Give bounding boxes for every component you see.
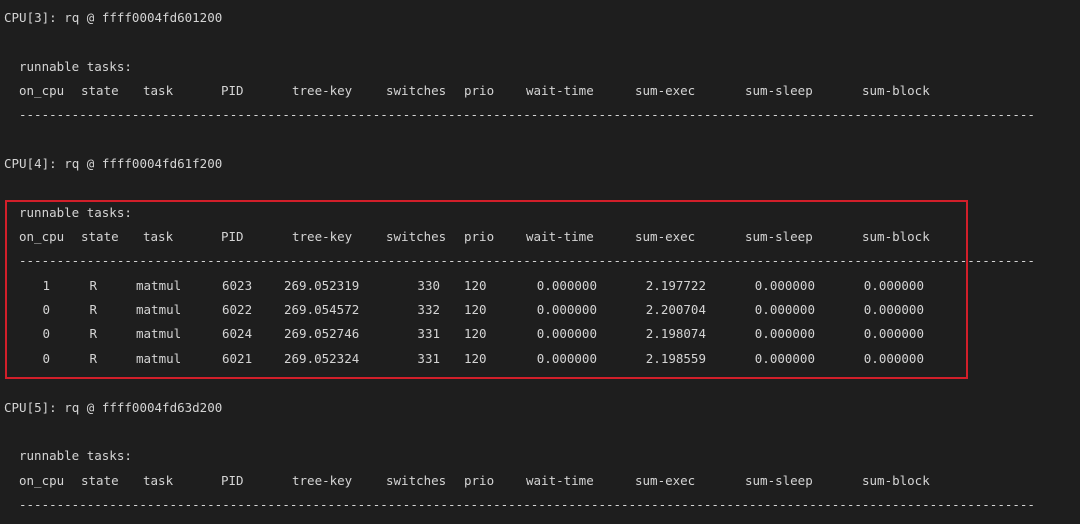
task-row: 0 Rmatmul 6022 269.054572 332 120 0.000000 2.20… [0,301,1080,319]
task-cell-sum-block: 0.000000 [863,351,924,366]
task-cell-sum-sleep: 0.000000 [754,302,815,317]
task-cell-on-cpu: 1 [42,278,50,293]
column-header-state: state [81,473,119,488]
task-cell-pid: 6023 [222,278,253,293]
cpu3-divider: ----------------------------------------… [19,107,1033,122]
task-cell-sum-sleep: 0.000000 [754,351,815,366]
task-row: 0 Rmatmul 6024 269.052746 331 120 0.000000 2.19… [0,325,1080,343]
task-cell-wait-time: 0.000000 [536,278,597,293]
cpu3-runnable-label: runnable tasks: [19,59,132,74]
cpu4-divider: ----------------------------------------… [19,253,1033,268]
task-cell-sum-block: 0.000000 [863,278,924,293]
column-header-switches: switches [386,83,447,98]
task-cell-switches: 330 [417,278,440,293]
cpu5-divider: ----------------------------------------… [19,497,1033,512]
task-cell-sum-block: 0.000000 [863,302,924,317]
cpu3-column-header: on_cpu state task PID tree-key switches prio wa… [0,82,1080,100]
cpu4-runnable-label: runnable tasks: [19,205,132,220]
cpu3-header: CPU[3]: rq @ ffff0004fd601200 [4,10,223,25]
task-cell-wait-time: 0.000000 [536,351,597,366]
cpu4-header: CPU[4]: rq @ ffff0004fd61f200 [4,156,223,171]
task-cell-pid: 6022 [222,302,253,317]
task-cell-sum-exec: 2.198074 [645,326,706,341]
task-cell-prio: 120 [464,302,487,317]
task-row: 1 Rmatmul 6023 269.052319 330 120 0.000000 2.19… [0,277,1080,295]
task-cell-switches: 332 [417,302,440,317]
task-cell-state: R [89,278,97,293]
task-cell-state: R [89,351,97,366]
column-header-wait-time: wait-time [526,229,594,244]
column-header-pid: PID [221,473,244,488]
task-cell-prio: 120 [464,326,487,341]
column-header-tree-key: tree-key [292,83,353,98]
task-cell-pid: 6024 [222,326,253,341]
column-header-state: state [81,229,119,244]
column-header-sum-sleep: sum-sleep [745,473,813,488]
task-cell-tree-key: 269.052324 [284,351,360,366]
column-header-task: task [143,83,174,98]
column-header-wait-time: wait-time [526,83,594,98]
task-cell-pid: 6021 [222,351,253,366]
task-cell-tree-key: 269.054572 [284,302,360,317]
task-row: 0 Rmatmul 6021 269.052324 331 120 0.000000 2.19… [0,350,1080,368]
column-header-pid: PID [221,229,244,244]
column-header-on-cpu: on_cpu [19,229,65,244]
column-header-tree-key: tree-key [292,473,353,488]
column-header-switches: switches [386,473,447,488]
column-header-sum-sleep: sum-sleep [745,229,813,244]
task-cell-sum-exec: 2.198559 [645,351,706,366]
task-cell-task: matmul [136,326,182,341]
task-cell-tree-key: 269.052319 [284,278,360,293]
task-cell-sum-exec: 2.197722 [645,278,706,293]
column-header-sum-block: sum-block [862,229,930,244]
task-cell-sum-sleep: 0.000000 [754,326,815,341]
task-cell-state: R [89,302,97,317]
column-header-task: task [143,473,174,488]
column-header-on-cpu: on_cpu [19,473,65,488]
column-header-prio: prio [464,473,495,488]
cpu5-column-header: on_cpu state task PID tree-key switches prio wa… [0,472,1080,490]
column-header-sum-block: sum-block [862,83,930,98]
task-cell-sum-block: 0.000000 [863,326,924,341]
column-header-on-cpu: on_cpu [19,83,65,98]
task-cell-tree-key: 269.052746 [284,326,360,341]
column-header-sum-exec: sum-exec [635,473,696,488]
column-header-sum-sleep: sum-sleep [745,83,813,98]
column-header-prio: prio [464,83,495,98]
column-header-pid: PID [221,83,244,98]
task-cell-prio: 120 [464,278,487,293]
task-cell-task: matmul [136,302,182,317]
column-header-sum-exec: sum-exec [635,83,696,98]
task-cell-switches: 331 [417,351,440,366]
column-header-sum-block: sum-block [862,473,930,488]
task-cell-sum-exec: 2.200704 [645,302,706,317]
column-header-wait-time: wait-time [526,473,594,488]
task-cell-task: matmul [136,278,182,293]
column-header-sum-exec: sum-exec [635,229,696,244]
cpu4-column-header: on_cpu state task PID tree-key switches prio wa… [0,228,1080,246]
task-cell-state: R [89,326,97,341]
cpu5-header: CPU[5]: rq @ ffff0004fd63d200 [4,400,223,415]
task-cell-task: matmul [136,351,182,366]
task-cell-wait-time: 0.000000 [536,302,597,317]
column-header-switches: switches [386,229,447,244]
column-header-state: state [81,83,119,98]
task-cell-prio: 120 [464,351,487,366]
task-cell-sum-sleep: 0.000000 [754,278,815,293]
task-cell-switches: 331 [417,326,440,341]
cpu5-runnable-label: runnable tasks: [19,448,132,463]
task-cell-on-cpu: 0 [42,326,50,341]
column-header-tree-key: tree-key [292,229,353,244]
task-cell-on-cpu: 0 [42,351,50,366]
column-header-task: task [143,229,174,244]
task-cell-wait-time: 0.000000 [536,326,597,341]
column-header-prio: prio [464,229,495,244]
task-cell-on-cpu: 0 [42,302,50,317]
